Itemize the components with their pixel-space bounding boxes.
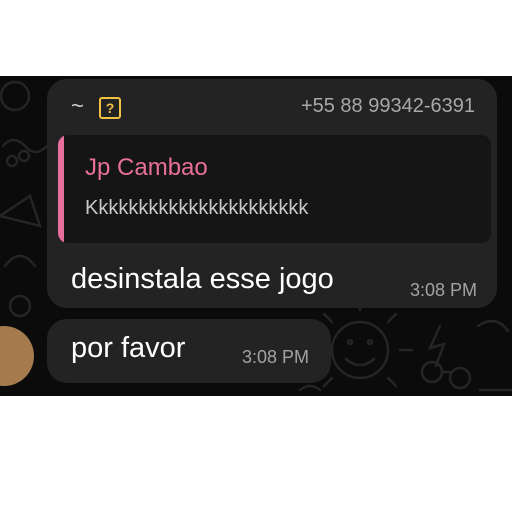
message-time: 3:08 PM [241,347,309,367]
quoted-author: Jp Cambao [85,154,208,181]
message-text: por favor [71,332,186,364]
sender-phone-number[interactable]: +55 88 99342-6391 [301,93,475,119]
unknown-contact-icon: ? [99,97,121,119]
message-text: desinstala esse jogo [71,263,334,295]
sender-prefix: ~ [71,93,84,118]
quoted-reply[interactable]: Jp Cambao Kkkkkkkkkkkkkkkkkkkkkk [58,135,491,243]
message-bubble-followup[interactable]: por favor 3:08 PM [47,319,331,383]
quote-accent-bar [58,135,64,243]
quoted-text: Kkkkkkkkkkkkkkkkkkkkkk [85,197,309,219]
message-time: 3:08 PM [409,280,477,300]
message-bubble-incoming[interactable]: ~ ? +55 88 99342-6391 Jp Cambao Kkkkkkkk… [47,79,497,308]
chat-area: ~ ? +55 88 99342-6391 Jp Cambao Kkkkkkkk… [0,76,512,396]
sender-header: ~ ? +55 88 99342-6391 [71,93,475,119]
